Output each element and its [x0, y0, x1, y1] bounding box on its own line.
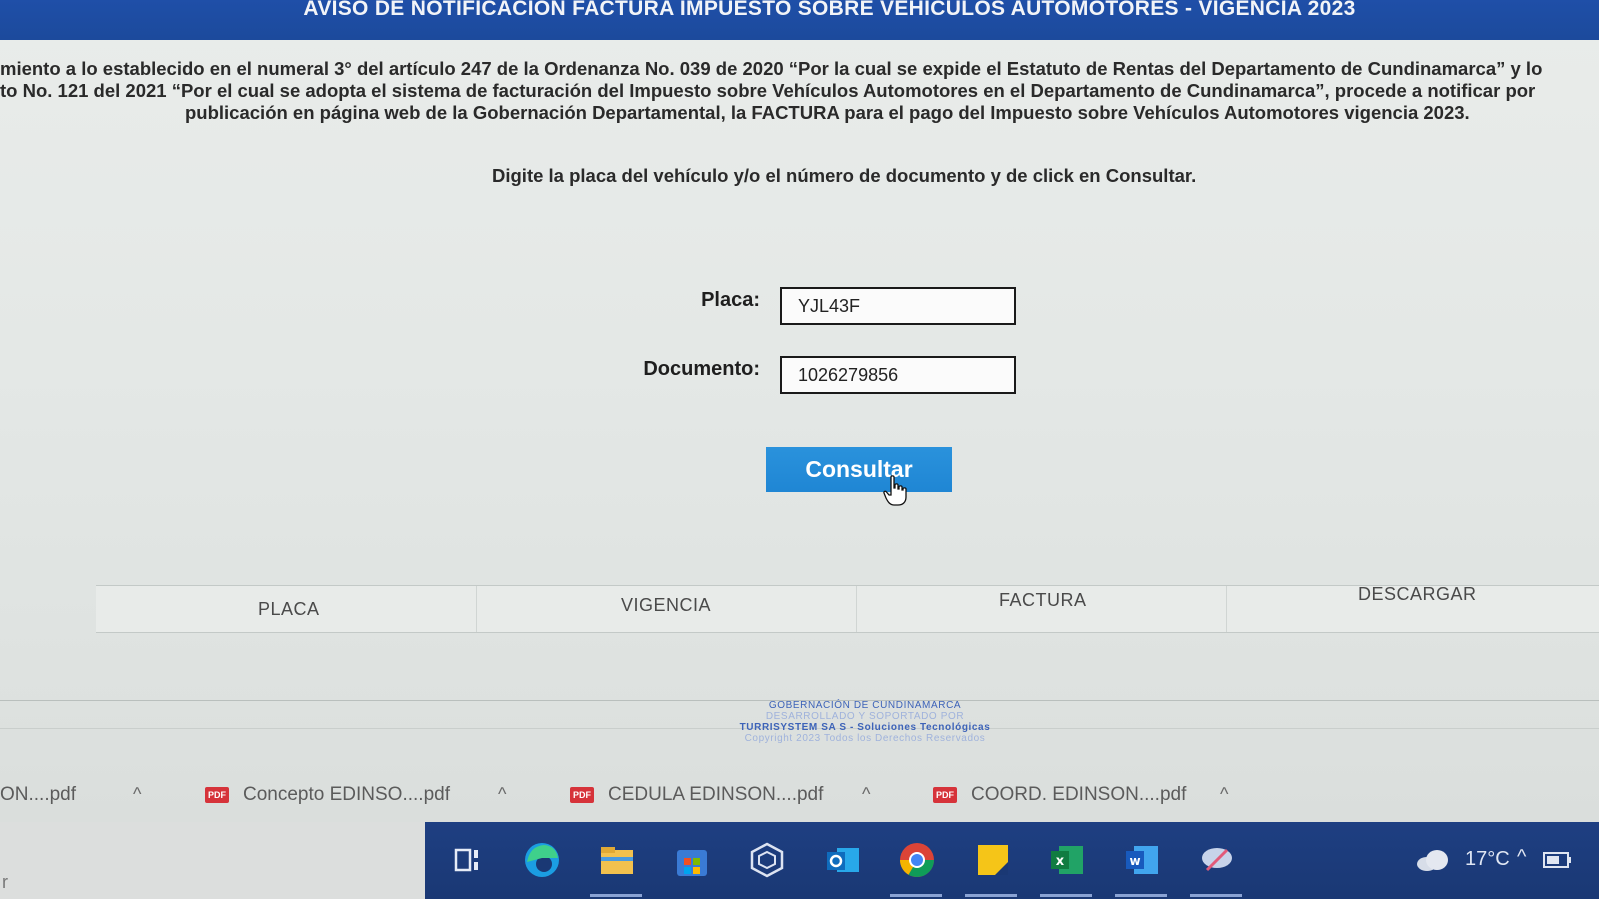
taskbar-left-area: r — [0, 822, 425, 899]
cube-app-icon[interactable] — [747, 840, 787, 880]
windows-taskbar: x w 17°C ^ — [425, 822, 1599, 899]
svg-text:w: w — [1129, 854, 1140, 868]
download-item[interactable]: PDF COORD. EDINSON....pdf — [933, 784, 1186, 806]
notice-line-1: miento a lo establecido en el numeral 3°… — [0, 58, 1543, 79]
active-app-indicator — [890, 894, 942, 897]
column-descargar: DESCARGAR — [1358, 584, 1477, 604]
active-app-indicator — [1040, 894, 1092, 897]
column-divider — [856, 586, 857, 632]
footer-line-4: Copyright 2023 Todos los Derechos Reserv… — [744, 733, 986, 744]
file-explorer-icon[interactable] — [597, 840, 637, 880]
footer-line-2: DESARROLLADO Y SOPORTADO POR — [765, 711, 965, 722]
column-divider — [476, 586, 477, 632]
download-item[interactable]: PDF CEDULA EDINSON....pdf — [570, 784, 823, 806]
download-item[interactable]: ON....pdf — [0, 784, 76, 806]
active-app-indicator — [590, 894, 642, 897]
chrome-icon[interactable] — [897, 840, 937, 880]
word-icon[interactable]: w — [1122, 840, 1162, 880]
edge-icon[interactable] — [522, 840, 562, 880]
notice-line-2: to No. 121 del 2021 “Por el cual se adop… — [0, 80, 1536, 101]
documento-input[interactable] — [780, 356, 1016, 394]
column-divider — [1226, 586, 1227, 632]
instruction-text: Digite la placa del vehículo y/o el núme… — [492, 165, 1197, 186]
download-filename: COORD. EDINSON....pdf — [971, 784, 1187, 805]
chevron-up-icon[interactable]: ^ — [862, 784, 870, 805]
results-table-header: PLACA VIGENCIA FACTURA DESCARGAR — [96, 584, 1599, 633]
column-placa: PLACA — [258, 599, 320, 619]
snip-icon[interactable] — [1197, 840, 1237, 880]
footer-line-1: GOBERNACIÓN DE CUNDINAMARCA — [768, 700, 962, 711]
excel-icon[interactable]: x — [1047, 840, 1087, 880]
column-vigencia: VIGENCIA — [621, 595, 712, 615]
download-filename: CEDULA EDINSON....pdf — [608, 784, 824, 805]
chevron-up-icon[interactable]: ^ — [498, 784, 506, 805]
active-app-indicator — [1190, 894, 1242, 897]
banner-title: AVISO DE NOTIFICACIÓN FACTURA IMPUESTO S… — [303, 0, 1356, 20]
cloud-icon[interactable] — [1415, 848, 1451, 872]
chevron-up-icon[interactable]: ^ — [1517, 846, 1526, 869]
outlook-icon[interactable] — [823, 840, 863, 880]
chevron-up-icon[interactable]: ^ — [1220, 784, 1228, 805]
consultar-button[interactable]: Consultar — [766, 447, 952, 492]
temperature-label[interactable]: 17°C — [1465, 848, 1510, 871]
pdf-icon: PDF — [570, 786, 594, 803]
site-footer: GOBERNACIÓN DE CUNDINAMARCA DESARROLLADO… — [700, 700, 1030, 744]
placa-input[interactable] — [780, 287, 1016, 325]
active-app-indicator — [1115, 894, 1167, 897]
footer-line-3: TURRISYSTEM SA S - Soluciones Tecnológic… — [739, 722, 991, 733]
hand-cursor-icon — [883, 475, 907, 506]
notice-line-3: publicación en página web de la Gobernac… — [185, 102, 1470, 123]
svg-text:x: x — [1056, 854, 1065, 869]
documento-label: Documento: — [643, 358, 760, 380]
chevron-up-icon[interactable]: ^ — [133, 784, 141, 805]
download-filename: Concepto EDINSO....pdf — [243, 784, 450, 805]
store-icon[interactable] — [672, 840, 712, 880]
battery-icon[interactable] — [1543, 850, 1573, 870]
column-factura: FACTURA — [999, 590, 1087, 610]
pdf-icon: PDF — [205, 786, 229, 803]
task-view-icon[interactable] — [450, 840, 490, 880]
sticky-notes-icon[interactable] — [973, 840, 1013, 880]
download-filename: ON....pdf — [0, 784, 77, 805]
active-app-indicator — [965, 894, 1017, 897]
taskbar-fragment: r — [2, 872, 8, 892]
page-banner: AVISO DE NOTIFICACIÓN FACTURA IMPUESTO S… — [0, 0, 1599, 40]
pdf-icon: PDF — [933, 786, 957, 803]
downloads-bar: ON....pdf ^ PDF Concepto EDINSO....pdf ^ … — [0, 776, 1599, 822]
download-item[interactable]: PDF Concepto EDINSO....pdf — [205, 784, 450, 806]
placa-label: Placa: — [701, 289, 760, 311]
